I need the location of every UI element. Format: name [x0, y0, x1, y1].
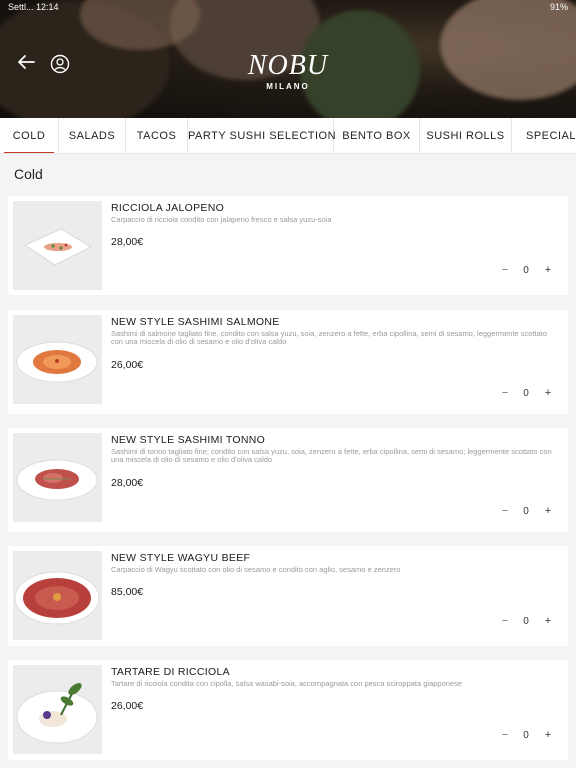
item-description: Sashimi di tonno tagliato fine, condito …: [111, 447, 552, 464]
item-description: Carpaccio di Wagyu scottato con olio di …: [111, 565, 401, 574]
decrement-button[interactable]: −: [500, 387, 510, 399]
quantity-stepper: − 0 +: [500, 387, 554, 401]
tab-sushi-rolls[interactable]: SUSHI ROLLS: [420, 118, 512, 153]
logo-name: NOBU: [247, 50, 329, 81]
dish-photo: [13, 665, 102, 754]
battery-level: 91%: [549, 2, 568, 12]
tab-salads[interactable]: SALADS: [59, 118, 126, 153]
menu-item-card[interactable]: RICCIOLA JALOPENO Carpaccio di ricciola …: [8, 196, 568, 295]
tab-label: COLD: [12, 130, 46, 142]
category-tabs: COLD SALADS TACOS PARTY SUSHI SELECTION …: [0, 118, 576, 154]
increment-button[interactable]: +: [542, 505, 554, 517]
increment-button[interactable]: +: [542, 615, 554, 627]
hero-header: Settl... 12:14 91% NOBU MILANO: [0, 0, 576, 118]
dish-photo: [13, 551, 102, 640]
item-description: Tartare di ricciola condita con cipolla,…: [111, 679, 463, 688]
decrement-button[interactable]: −: [500, 729, 510, 741]
item-price: 28,00€: [111, 236, 144, 248]
decrement-button[interactable]: −: [500, 264, 510, 276]
back-button[interactable]: [14, 50, 38, 74]
tab-tacos[interactable]: TACOS: [126, 118, 188, 153]
tab-label: PARTY SUSHI SELECTION: [188, 130, 337, 142]
dish-photo-graphic: [13, 201, 102, 290]
dish-photo-graphic: [13, 551, 102, 640]
quantity-value: 0: [523, 506, 529, 517]
decrement-button[interactable]: −: [500, 615, 510, 627]
item-name: NEW STYLE SASHIMI TONNO: [111, 434, 266, 446]
tab-special-sushi[interactable]: SPECIAL SU: [512, 118, 576, 153]
quantity-stepper: − 0 +: [500, 264, 554, 278]
item-price: 28,00€: [111, 477, 144, 489]
item-description: Sashimi di salmone tagliato fine, condit…: [111, 329, 548, 346]
tab-label: SALADS: [68, 130, 116, 142]
menu-item-card[interactable]: NEW STYLE SASHIMI TONNO Sashimi di tonno…: [8, 428, 568, 532]
item-price: 26,00€: [111, 700, 144, 712]
quantity-stepper: − 0 +: [500, 615, 554, 629]
item-description: Carpaccio di ricciola condito con jalape…: [111, 215, 332, 224]
menu-item-card[interactable]: NEW STYLE WAGYU BEEF Carpaccio di Wagyu …: [8, 546, 568, 646]
tab-label: TACOS: [136, 130, 177, 142]
item-price: 26,00€: [111, 359, 144, 371]
dish-photo-graphic: [13, 433, 102, 522]
dish-photo: [13, 315, 102, 404]
tab-label: SUSHI ROLLS: [426, 130, 505, 142]
status-time: Settl... 12:14: [8, 2, 59, 12]
brand-logo: NOBU MILANO: [238, 50, 338, 92]
dish-photo-graphic: [13, 315, 102, 404]
dish-photo-graphic: [13, 665, 102, 754]
dish-photo: [13, 201, 102, 290]
status-bar: Settl... 12:14 91%: [0, 0, 576, 14]
menu-item-card[interactable]: TARTARE DI RICCIOLA Tartare di ricciola …: [8, 660, 568, 760]
increment-button[interactable]: +: [542, 264, 554, 276]
quantity-stepper: − 0 +: [500, 729, 554, 743]
item-name: RICCIOLA JALOPENO: [111, 202, 225, 214]
tab-label: SPECIAL SU: [526, 130, 576, 142]
item-price: 85,00€: [111, 586, 144, 598]
quantity-value: 0: [523, 388, 529, 399]
section-title: Cold: [14, 166, 43, 182]
quantity-stepper: − 0 +: [500, 505, 554, 519]
user-circle-icon: [50, 54, 70, 74]
tab-party-sushi-selection[interactable]: PARTY SUSHI SELECTION: [188, 118, 337, 153]
tab-cold[interactable]: COLD: [0, 118, 59, 153]
tab-label: BENTO BOX: [342, 130, 411, 142]
arrow-left-icon: [18, 55, 35, 69]
tab-bento-box[interactable]: BENTO BOX: [334, 118, 420, 153]
quantity-value: 0: [523, 265, 529, 276]
item-name: NEW STYLE WAGYU BEEF: [111, 552, 251, 564]
item-name: NEW STYLE SASHIMI SALMONE: [111, 316, 280, 328]
menu-item-card[interactable]: NEW STYLE SASHIMI SALMONE Sashimi di sal…: [8, 310, 568, 414]
increment-button[interactable]: +: [542, 729, 554, 741]
item-name: TARTARE DI RICCIOLA: [111, 666, 230, 678]
increment-button[interactable]: +: [542, 387, 554, 399]
quantity-value: 0: [523, 730, 529, 741]
dish-photo: [13, 433, 102, 522]
logo-subtitle: MILANO: [266, 82, 310, 91]
quantity-value: 0: [523, 616, 529, 627]
decrement-button[interactable]: −: [500, 505, 510, 517]
profile-button[interactable]: [50, 54, 70, 74]
